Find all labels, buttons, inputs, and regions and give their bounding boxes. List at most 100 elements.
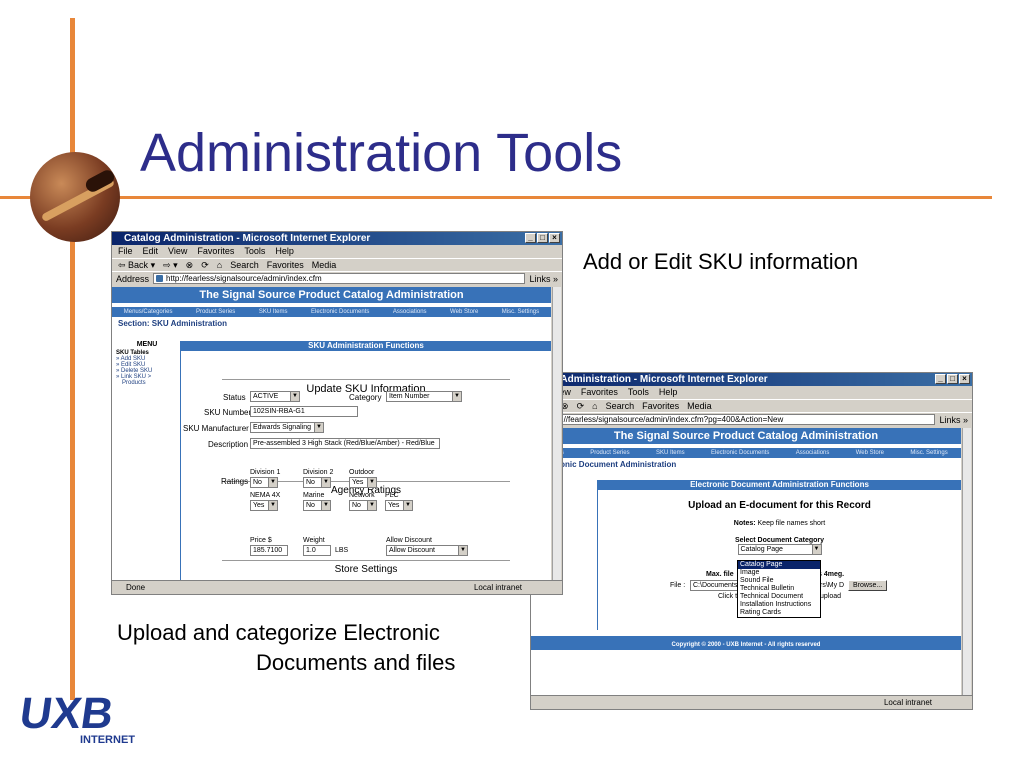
stop-icon[interactable]: ⊗ xyxy=(186,259,194,271)
menu-help[interactable]: Help xyxy=(659,386,678,399)
menu-help[interactable]: Help xyxy=(275,245,294,258)
nav-associations[interactable]: Associations xyxy=(796,448,830,458)
address-bar: Address http://fearless/signalsource/adm… xyxy=(112,271,562,285)
back-button[interactable]: ⇦ Back ▾ xyxy=(118,259,155,271)
minimize-button[interactable]: _ xyxy=(525,233,536,243)
menu-tools[interactable]: Tools xyxy=(628,386,649,399)
marine-label: Marine xyxy=(303,492,325,499)
category-select[interactable]: Item Number ▼ xyxy=(386,391,462,402)
option-technical-document[interactable]: Technical Document xyxy=(738,593,820,601)
slide-title: Administration Tools xyxy=(140,123,623,183)
favorites-button[interactable]: Favorites xyxy=(267,259,304,271)
network-select[interactable]: No ▼ xyxy=(349,500,377,511)
nav-web-store[interactable]: Web Store xyxy=(856,448,884,458)
chevron-down-icon: ▼ xyxy=(403,501,412,510)
menu-heading: MENU xyxy=(136,341,158,348)
marine-select[interactable]: No ▼ xyxy=(303,500,331,511)
chevron-down-icon: ▼ xyxy=(321,501,330,510)
close-button[interactable]: × xyxy=(959,374,970,384)
sku-number-input[interactable]: 102SIN-RBA-G1 xyxy=(250,406,358,417)
nav-electronic-documents[interactable]: Electronic Documents xyxy=(311,307,369,317)
home-icon[interactable]: ⌂ xyxy=(217,259,222,271)
nav-misc-settings[interactable]: Misc. Settings xyxy=(502,307,539,317)
home-icon[interactable]: ⌂ xyxy=(592,400,597,412)
division2-select[interactable]: No ▼ xyxy=(303,477,331,488)
menu-file[interactable]: File xyxy=(118,245,133,258)
status-select[interactable]: ACTIVE ▼ xyxy=(250,391,300,402)
sku-number-label: SKU Number xyxy=(204,408,252,417)
window-titlebar: Catalog Administration - Microsoft Inter… xyxy=(112,232,562,245)
outdoor-label: Outdoor xyxy=(349,469,375,476)
menu-edit[interactable]: Edit xyxy=(143,245,159,258)
nav-misc-settings[interactable]: Misc. Settings xyxy=(910,448,947,458)
plc-select[interactable]: Yes ▼ xyxy=(385,500,413,511)
chevron-down-icon: ▼ xyxy=(314,423,323,432)
address-input[interactable]: http://fearless/signalsource/admin/index… xyxy=(153,273,526,284)
nav-menus-categories[interactable]: Menus/Categories xyxy=(124,307,173,317)
menu-favorites[interactable]: Favorites xyxy=(197,245,234,258)
links-button[interactable]: Links » xyxy=(939,415,972,425)
menu-tools[interactable]: Tools xyxy=(244,245,265,258)
option-image[interactable]: Image xyxy=(738,569,820,577)
address-input[interactable]: http://fearless/signalsource/admin/index… xyxy=(535,414,936,425)
nav-associations[interactable]: Associations xyxy=(393,307,427,317)
status-bar: Done Local intranet xyxy=(112,580,562,594)
nav-sku-items[interactable]: SKU Items xyxy=(259,307,288,317)
option-rating-cards[interactable]: Rating Cards xyxy=(738,609,820,617)
description-input[interactable]: Pre-assembled 3 High Stack (Red/Blue/Amb… xyxy=(250,438,440,449)
media-button[interactable]: Media xyxy=(687,400,712,412)
svg-text:UXB: UXB xyxy=(22,689,116,736)
category-label: Category xyxy=(349,393,382,402)
zone-label: Local intranet xyxy=(473,583,522,592)
accent-horizontal-line xyxy=(0,196,992,199)
logo-subtext: INTERNET xyxy=(80,734,135,746)
nav-electronic-documents[interactable]: Electronic Documents xyxy=(711,448,769,458)
weight-unit: LBS xyxy=(335,547,349,554)
nav-sku-items[interactable]: SKU Items xyxy=(656,448,685,458)
discount-select[interactable]: Allow Discount ▼ xyxy=(386,545,468,556)
menu-link-products[interactable]: Products xyxy=(116,380,178,386)
nav-product-series[interactable]: Product Series xyxy=(590,448,629,458)
nav-product-series[interactable]: Product Series xyxy=(196,307,235,317)
browse-button[interactable]: Browse... xyxy=(848,580,888,591)
chevron-down-icon: ▼ xyxy=(290,392,299,401)
links-button[interactable]: Links » xyxy=(529,274,562,284)
search-button[interactable]: Search xyxy=(230,259,259,271)
forward-icon[interactable]: ⇨ ▾ xyxy=(163,259,178,271)
manufacturer-select[interactable]: Edwards Signaling ▼ xyxy=(250,422,324,433)
maximize-button[interactable]: □ xyxy=(947,374,958,384)
option-technical-bulletin[interactable]: Technical Bulletin xyxy=(738,585,820,593)
search-button[interactable]: Search xyxy=(606,400,635,412)
division1-select[interactable]: No ▼ xyxy=(250,477,278,488)
price-input[interactable]: 185.7100 xyxy=(250,545,288,556)
side-menu: MENU SKU Tables » Add SKU » Edit SKU » D… xyxy=(116,341,178,386)
vertical-scrollbar[interactable] xyxy=(962,428,971,697)
menu-view[interactable]: View xyxy=(168,245,187,258)
menu-bar: File Edit View Favorites Tools Help xyxy=(112,245,562,258)
chevron-down-icon: ▼ xyxy=(367,478,376,487)
nav-web-store[interactable]: Web Store xyxy=(450,307,478,317)
chevron-down-icon: ▼ xyxy=(268,478,277,487)
page-title: The Signal Source Product Catalog Admini… xyxy=(112,287,551,303)
option-sound-file[interactable]: Sound File xyxy=(738,577,820,585)
chevron-down-icon: ▼ xyxy=(268,501,277,510)
caption-upload-line2: Documents and files xyxy=(256,650,456,675)
refresh-icon[interactable]: ⟳ xyxy=(201,259,209,271)
media-button[interactable]: Media xyxy=(312,259,337,271)
outdoor-select[interactable]: Yes ▼ xyxy=(349,477,377,488)
chevron-down-icon: ▼ xyxy=(367,501,376,510)
option-installation-instructions[interactable]: Installation Instructions xyxy=(738,601,820,609)
section-heading: Section: SKU Administration xyxy=(118,319,228,328)
weight-input[interactable]: 1.0 xyxy=(303,545,331,556)
vertical-scrollbar[interactable] xyxy=(552,287,561,581)
maximize-button[interactable]: □ xyxy=(537,233,548,243)
minimize-button[interactable]: _ xyxy=(935,374,946,384)
nema-select[interactable]: Yes ▼ xyxy=(250,500,278,511)
document-category-select[interactable]: Catalog Page ▼ xyxy=(737,544,822,555)
refresh-icon[interactable]: ⟳ xyxy=(577,400,585,412)
favorites-button[interactable]: Favorites xyxy=(642,400,679,412)
option-catalog-page[interactable]: Catalog Page xyxy=(738,561,820,569)
menu-favorites[interactable]: Favorites xyxy=(581,386,618,399)
notes-text: Keep file names short xyxy=(757,520,826,527)
close-button[interactable]: × xyxy=(549,233,560,243)
